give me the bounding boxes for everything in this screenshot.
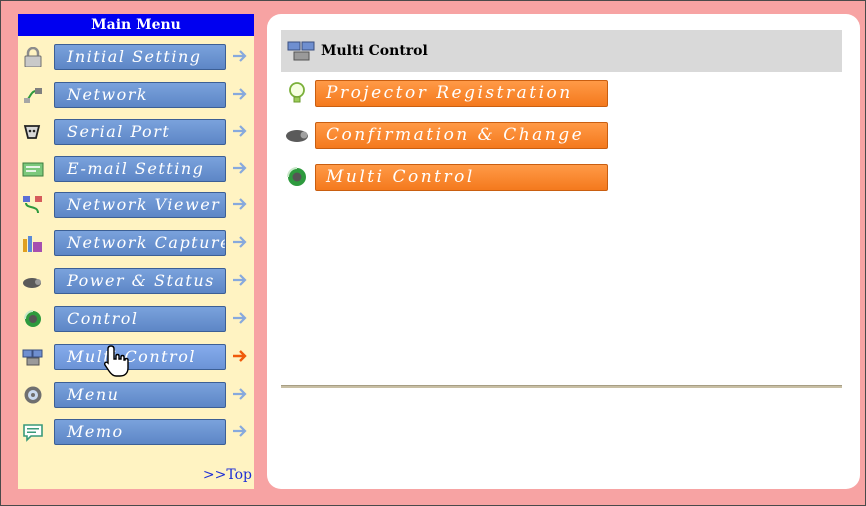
section-header: Multi Control [281,30,842,72]
sidebar-item-label[interactable]: Memo [54,419,226,445]
submenu-multi-control[interactable]: Multi Control [285,162,615,192]
sidebar-item-label[interactable]: Control [54,306,226,332]
sidebar-item-multi-control[interactable]: Multi Control [18,342,254,372]
sidebar-item-label[interactable]: Power & Status [54,268,226,294]
email-card-icon [22,162,44,177]
arrow-right-icon [233,274,247,286]
arrow-right-icon [233,388,247,400]
sidebar-item-label[interactable]: Network [54,82,226,108]
submenu-projector-registration[interactable]: Projector Registration [285,78,615,108]
page-frame: Main Menu Initial Setting Network Serial… [0,0,866,506]
submenu-label[interactable]: Projector Registration [315,80,608,107]
arrow-right-icon [233,425,247,437]
padlock-icon [24,47,42,67]
sidebar-item-network[interactable]: Network [18,80,254,110]
content-divider [281,385,842,388]
lightbulb-icon [289,82,305,103]
sidebar-item-label[interactable]: Network Viewer [54,192,226,218]
sidebar-item-power-status[interactable]: Power & Status [18,266,254,296]
top-link[interactable]: >>Top [203,467,252,483]
control-globe-icon [24,310,41,327]
hand-pointer-cursor-icon [104,345,129,377]
projector-icon [23,278,41,288]
sidebar-item-control[interactable]: Control [18,304,254,334]
content-panel: Multi Control Projector Registration Con… [267,14,860,489]
arrow-right-icon [233,88,247,100]
projector-icon [286,130,308,142]
arrow-right-active-icon [233,350,247,362]
sidebar-item-label[interactable]: Initial Setting [54,44,226,70]
arrow-right-icon [233,125,247,137]
sidebar-item-serial-port[interactable]: Serial Port [18,117,254,147]
control-globe-icon [287,167,306,186]
submenu-label[interactable]: Multi Control [315,164,608,191]
sidebar-item-label[interactable]: Serial Port [54,119,226,145]
arrow-right-icon [233,162,247,174]
sidebar-item-network-viewer[interactable]: Network Viewer [18,190,254,220]
main-menu-title: Main Menu [18,14,254,36]
memo-bubble-icon [23,424,43,442]
network-viewer-icon [23,196,42,214]
sidebar-item-label[interactable]: Network Capture [54,230,226,256]
sidebar-item-initial-setting[interactable]: Initial Setting [18,42,254,72]
sidebar-item-email-setting[interactable]: E-mail Setting [18,154,254,184]
arrow-right-icon [233,198,247,210]
sidebar-item-label[interactable]: Multi Control [54,344,226,370]
sidebar-item-label[interactable]: E-mail Setting [54,156,226,182]
sidebar-item-label[interactable]: Menu [54,382,226,408]
sidebar-item-menu[interactable]: Menu [18,380,254,410]
menu-disc-icon [24,386,42,404]
network-plug-icon [23,88,42,103]
multi-projector-icon [22,349,43,366]
multi-projector-icon [287,41,315,61]
arrow-right-icon [233,312,247,324]
main-menu-sidebar: Main Menu Initial Setting Network Serial… [18,14,254,489]
sidebar-item-network-capture[interactable]: Network Capture [18,228,254,258]
page-title: Multi Control [321,43,428,59]
arrow-right-icon [233,236,247,248]
submenu-label[interactable]: Confirmation & Change [315,122,608,149]
sidebar-item-memo[interactable]: Memo [18,417,254,447]
arrow-right-icon [233,50,247,62]
network-capture-icon [23,236,42,252]
serial-connector-icon [23,125,41,139]
submenu-confirmation-change[interactable]: Confirmation & Change [285,120,615,150]
